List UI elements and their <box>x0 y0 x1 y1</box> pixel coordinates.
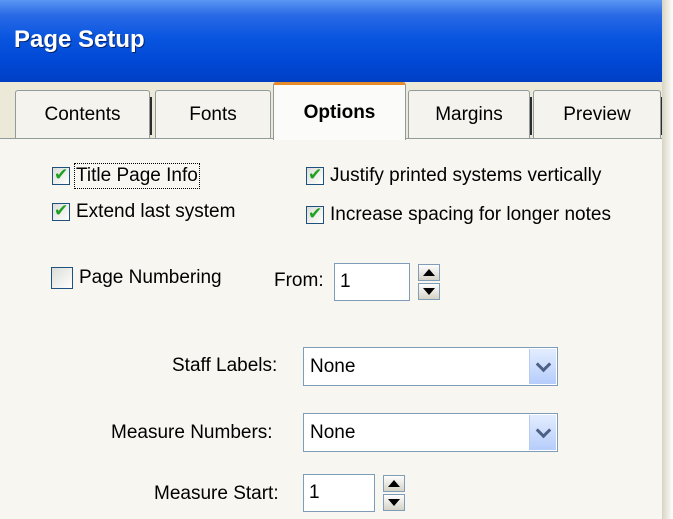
extend-last-system-checkbox[interactable]: ✔ <box>52 201 70 221</box>
staff-labels-select[interactable]: None <box>303 347 558 386</box>
page-numbering-checkbox[interactable] <box>51 267 73 289</box>
tab-fonts[interactable]: Fonts <box>155 90 271 138</box>
increase-spacing-option[interactable]: ✔ Increase spacing for longer notes <box>306 204 611 226</box>
title-page-info-checkbox[interactable]: ✔ <box>52 165 70 185</box>
tab-separator <box>150 97 152 135</box>
check-icon: ✔ <box>54 201 69 221</box>
staff-labels-dropdown-button[interactable] <box>529 349 556 384</box>
measure-numbers-value: None <box>310 421 356 443</box>
tab-options-label: Options <box>303 101 376 123</box>
tab-contents-label: Contents <box>44 103 121 125</box>
tab-strip: Contents Fonts Options Margins Preview <box>0 82 668 140</box>
increase-spacing-checkbox[interactable]: ✔ <box>306 204 324 224</box>
from-spin-down[interactable] <box>418 283 440 300</box>
measure-numbers-select[interactable]: None <box>303 413 558 452</box>
arrow-down-icon <box>388 499 400 506</box>
justify-vertically-label: Justify printed systems vertically <box>330 165 602 186</box>
measure-numbers-dropdown-button[interactable] <box>529 415 556 450</box>
page-numbering-option[interactable]: Page Numbering <box>51 267 222 289</box>
increase-spacing-label: Increase spacing for longer notes <box>330 204 611 225</box>
tab-preview-label: Preview <box>563 103 631 125</box>
dialog-title: Page Setup <box>14 26 145 53</box>
from-input[interactable]: 1 <box>334 263 410 301</box>
chevron-down-icon <box>535 356 551 372</box>
from-spinner[interactable] <box>418 264 440 300</box>
title-page-info-label: Title Page Info <box>74 163 200 189</box>
arrow-up-icon <box>388 480 400 487</box>
measure-start-label: Measure Start: <box>154 483 279 504</box>
measure-start-spin-down[interactable] <box>383 494 405 511</box>
justify-vertically-checkbox[interactable]: ✔ <box>306 165 324 185</box>
page-setup-dialog: Page Setup Contents Fonts Options Margin… <box>0 0 668 519</box>
arrow-up-icon <box>423 269 435 276</box>
options-panel: ✔ Title Page Info ✔ Extend last system ✔… <box>0 138 668 519</box>
chevron-down-icon <box>535 422 551 438</box>
measure-start-input[interactable]: 1 <box>303 474 375 512</box>
staff-labels-label: Staff Labels: <box>172 355 278 376</box>
tab-fonts-label: Fonts <box>189 103 237 125</box>
check-icon: ✔ <box>308 204 323 224</box>
check-icon: ✔ <box>54 165 69 185</box>
tab-margins-label: Margins <box>435 103 503 125</box>
measure-start-spin-up[interactable] <box>383 475 405 492</box>
measure-numbers-label: Measure Numbers: <box>111 422 273 443</box>
from-label: From: <box>274 270 324 291</box>
extend-last-system-option[interactable]: ✔ Extend last system <box>52 201 235 223</box>
tab-margins[interactable]: Margins <box>408 90 532 138</box>
arrow-down-icon <box>423 288 435 295</box>
tab-preview[interactable]: Preview <box>533 90 663 138</box>
from-spin-up[interactable] <box>418 264 440 281</box>
title-page-info-option[interactable]: ✔ Title Page Info <box>52 163 200 189</box>
extend-last-system-label: Extend last system <box>76 201 236 222</box>
staff-labels-value: None <box>310 355 356 377</box>
title-bar[interactable]: Page Setup <box>0 0 668 82</box>
check-icon: ✔ <box>308 165 323 185</box>
justify-vertically-option[interactable]: ✔ Justify printed systems vertically <box>306 165 601 187</box>
tab-contents[interactable]: Contents <box>15 90 152 138</box>
tab-separator <box>530 97 532 135</box>
page-numbering-label: Page Numbering <box>79 267 222 288</box>
tab-options[interactable]: Options <box>273 82 406 140</box>
measure-start-spinner[interactable] <box>383 475 405 511</box>
torn-edge <box>662 0 673 519</box>
